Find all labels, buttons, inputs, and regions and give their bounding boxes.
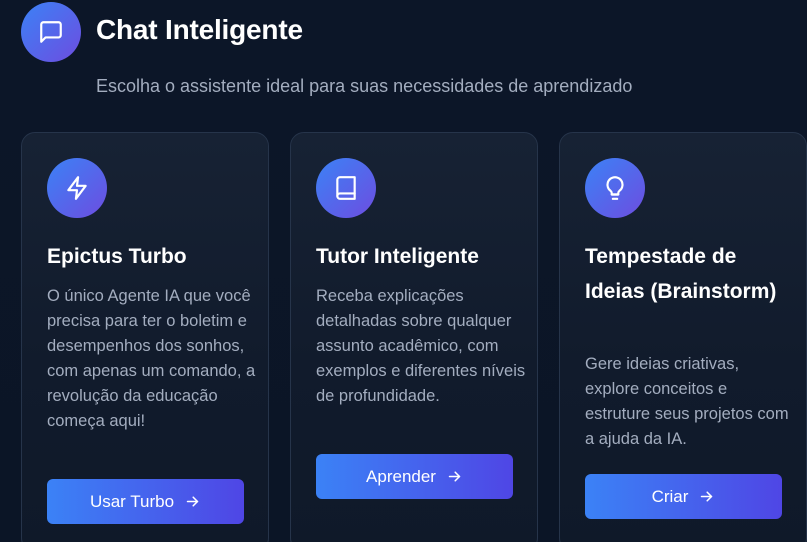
card-title: Epictus Turbo xyxy=(47,245,187,268)
lightning-icon xyxy=(47,158,107,218)
lightbulb-icon xyxy=(585,158,645,218)
button-label: Usar Turbo xyxy=(89,491,175,511)
button-label: Criar xyxy=(651,486,689,506)
card-title: Tempestade de Ideias (Brainstorm) xyxy=(585,245,777,303)
page-subtitle: Escolha o assistente ideal para suas nec… xyxy=(96,76,633,96)
use-turbo-button[interactable]: Usar Turbo xyxy=(47,479,244,524)
assistant-card-epictus-turbo: Epictus Turbo O único Agente IA que você… xyxy=(21,132,269,542)
button-label: Aprender xyxy=(366,466,436,486)
page-title: Chat Inteligente xyxy=(96,14,303,45)
arrow-right-icon xyxy=(701,491,713,502)
card-title: Tutor Inteligente xyxy=(316,245,479,268)
learn-button[interactable]: Aprender xyxy=(316,454,513,499)
assistant-card-brainstorm: Tempestade de Ideias (Brainstorm) Gere i… xyxy=(559,132,807,542)
assistant-card-tutor: Tutor Inteligente Receba explicações det… xyxy=(290,132,538,542)
arrow-right-icon xyxy=(186,496,199,507)
create-button[interactable]: Criar xyxy=(585,474,782,519)
card-description: O único Agente IA que você precisa para … xyxy=(47,287,256,430)
chat-selection-page: Chat Inteligente Escolha o assistente id… xyxy=(0,0,807,542)
chat-bubble-icon xyxy=(21,2,81,62)
book-icon xyxy=(316,158,376,218)
arrow-right-icon xyxy=(448,471,461,482)
card-description: Receba explicações detalhadas sobre qual… xyxy=(316,287,526,405)
card-description: Gere ideias criativas, explore conceitos… xyxy=(585,355,789,448)
